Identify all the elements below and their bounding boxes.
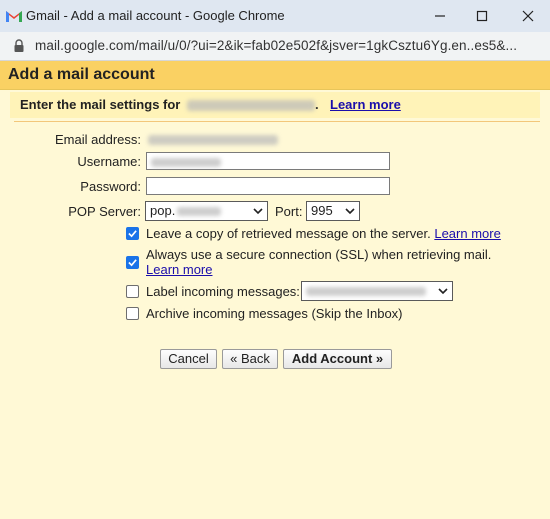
ssl-learn-more-link[interactable]: Learn more (146, 262, 212, 277)
leave-copy-learn-more-link[interactable]: Learn more (434, 226, 500, 241)
close-icon (522, 10, 534, 22)
pop-server-select[interactable]: pop. (145, 201, 268, 221)
redacted-username (151, 157, 221, 167)
label-incoming-checkbox[interactable] (126, 285, 139, 298)
lock-icon (14, 39, 24, 52)
port-select[interactable]: 995 (306, 201, 360, 221)
username-input[interactable] (146, 152, 390, 170)
chevron-down-icon (253, 208, 263, 215)
redacted-email-value (148, 135, 278, 145)
redacted-label-value (306, 287, 426, 297)
email-address-label: Email address: (55, 132, 141, 147)
close-button[interactable] (508, 4, 548, 28)
port-value: 995 (311, 203, 333, 218)
dialog-title: Add a mail account (8, 66, 155, 83)
password-input[interactable] (146, 177, 390, 195)
dialog-header: Add a mail account (0, 61, 550, 90)
intro-prefix: Enter the mail settings for (20, 97, 181, 112)
label-incoming-select[interactable] (301, 281, 453, 301)
add-account-button[interactable]: Add Account » (283, 349, 392, 369)
maximize-button[interactable] (462, 4, 502, 28)
address-bar[interactable]: mail.google.com/mail/u/0/?ui=2&ik=fab02e… (0, 32, 550, 61)
window-titlebar: Gmail - Add a mail account - Google Chro… (0, 0, 550, 33)
port-label: Port: (275, 204, 303, 219)
redacted-pop-domain (177, 207, 222, 217)
intro-learn-more-link[interactable]: Learn more (330, 97, 401, 112)
label-incoming-label: Label incoming messages: (146, 284, 300, 299)
leave-copy-checkbox[interactable] (126, 227, 139, 240)
back-button[interactable]: « Back (222, 349, 278, 369)
leave-copy-label: Leave a copy of retrieved message on the… (146, 226, 501, 241)
checkmark-icon (128, 259, 137, 267)
cancel-button[interactable]: Cancel (160, 349, 217, 369)
chevron-down-icon (345, 208, 355, 215)
ssl-checkbox[interactable] (126, 256, 139, 269)
gmail-logo-icon (6, 11, 22, 22)
maximize-icon (476, 10, 488, 22)
intro-text: Enter the mail settings for . (20, 97, 319, 112)
url-text[interactable]: mail.google.com/mail/u/0/?ui=2&ik=fab02e… (35, 38, 517, 53)
window-title: Gmail - Add a mail account - Google Chro… (26, 8, 285, 23)
redacted-email (187, 100, 315, 112)
checkmark-icon (128, 230, 137, 238)
username-label: Username: (77, 154, 141, 169)
password-label: Password: (80, 179, 141, 194)
pop-server-label: POP Server: (68, 204, 141, 219)
divider (14, 121, 540, 122)
ssl-label: Always use a secure connection (SSL) whe… (146, 247, 492, 262)
archive-incoming-checkbox[interactable] (126, 307, 139, 320)
minimize-icon (435, 15, 445, 17)
archive-incoming-label: Archive incoming messages (Skip the Inbo… (146, 306, 403, 321)
minimize-button[interactable] (420, 4, 460, 28)
intro-banner: Enter the mail settings for . Learn more (10, 92, 540, 118)
chevron-down-icon (438, 288, 448, 295)
intro-suffix: . (315, 97, 319, 112)
pop-server-value: pop. (150, 203, 176, 218)
leave-copy-text: Leave a copy of retrieved message on the… (146, 226, 431, 241)
